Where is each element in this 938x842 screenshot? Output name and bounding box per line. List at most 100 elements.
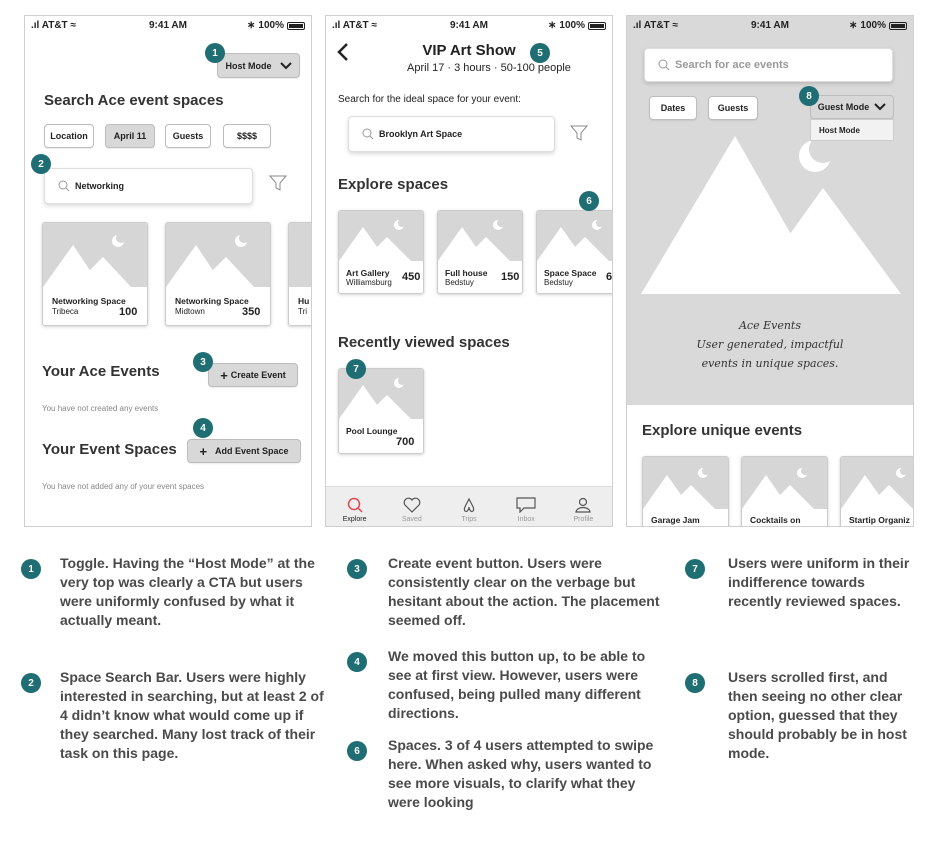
spaces-empty-text: You have not added any of your event spa…	[42, 482, 205, 491]
create-event-button[interactable]: + Create Event	[208, 363, 298, 387]
card-name: Garage Jam	[651, 515, 700, 525]
space-search-bar[interactable]: Networking	[44, 168, 253, 204]
your-events-title: Your Ace Events	[42, 363, 160, 380]
space-card[interactable]: Art Gallery Williamsburg 450	[338, 210, 424, 294]
annotation-badge: 1	[205, 43, 225, 63]
card-capacity: 100	[119, 306, 138, 318]
search-icon	[653, 59, 675, 71]
image-placeholder-icon	[537, 211, 612, 261]
tab-saved[interactable]: Saved	[383, 487, 440, 526]
search-icon	[357, 128, 379, 140]
plus-icon: +	[199, 443, 208, 459]
battery-status: ∗ 100%	[849, 20, 907, 31]
note-badge: 7	[685, 559, 705, 579]
card-name: Networking Space	[52, 296, 126, 306]
chat-bubble-icon	[516, 497, 536, 513]
space-card[interactable]: Space Space Bedstuy 6	[536, 210, 613, 294]
tagline-line: User generated, impactful	[696, 338, 844, 351]
image-placeholder-icon	[438, 211, 522, 261]
search-icon	[347, 497, 363, 513]
card-name: Pool Lounge	[346, 426, 398, 436]
host-mode-toggle[interactable]: Host Mode	[217, 53, 300, 78]
heart-icon	[403, 497, 421, 513]
tab-inbox[interactable]: Inbox	[498, 487, 555, 526]
filter-dates[interactable]: Dates	[649, 96, 697, 120]
tagline-brand: Ace Events	[738, 319, 801, 332]
chevron-down-icon	[874, 103, 886, 111]
brand-tagline: Ace Events User generated, impactful eve…	[627, 316, 913, 373]
card-name: Cocktails on	[750, 515, 801, 525]
add-event-space-button[interactable]: + Add Event Space	[187, 439, 301, 463]
search-input[interactable]: Networking	[75, 181, 124, 191]
mode-dropdown-option[interactable]: Host Mode	[810, 119, 894, 141]
space-card[interactable]: Hu Tri	[288, 222, 311, 326]
card-name: Hu	[298, 296, 310, 306]
event-card[interactable]: Startip Organiz	[840, 456, 913, 526]
bottom-tab-bar: Explore Saved Trips Inbox Profile	[326, 486, 612, 526]
card-location: Midtown	[175, 307, 205, 316]
explore-spaces-title: Explore spaces	[338, 176, 449, 193]
image-placeholder-icon	[742, 457, 827, 509]
card-name: Full house	[445, 268, 488, 278]
phone-screen-event: .ıl AT&T ≈ 9:41 AM ∗ 100% VIP Art Show Ap…	[325, 15, 613, 527]
card-location: Tribeca	[52, 307, 79, 316]
note-4: We moved this button up, to be able to s…	[388, 648, 646, 721]
tab-trips[interactable]: Trips	[440, 487, 497, 526]
event-card[interactable]: Cocktails on	[741, 456, 828, 526]
bluetooth-icon: ∗	[548, 20, 557, 31]
space-card[interactable]: Full house Bedstuy 150	[437, 210, 523, 294]
search-icon	[53, 180, 75, 192]
filter-guests[interactable]: Guests	[708, 96, 758, 120]
status-bar: .ıl AT&T ≈ 9:41 AM ∗ 100%	[25, 16, 311, 36]
event-search-bar[interactable]: Search for ace events	[644, 48, 893, 82]
note-badge: 4	[347, 652, 367, 672]
annotation-badge: 7	[346, 359, 366, 379]
battery-percent: 100%	[258, 20, 284, 31]
space-search-bar[interactable]: Brooklyn Art Space	[348, 116, 555, 152]
card-capacity: 700	[396, 436, 415, 448]
note-7: Users were uniform in their indifference…	[728, 555, 910, 609]
note-2: Space Search Bar. Users were highly inte…	[60, 669, 324, 761]
filter-funnel-icon[interactable]	[269, 174, 287, 192]
note-badge: 6	[347, 741, 367, 761]
tab-profile[interactable]: Profile	[555, 487, 612, 526]
bluetooth-icon: ∗	[247, 20, 256, 31]
card-capacity: 6	[606, 271, 613, 283]
guest-mode-toggle[interactable]: Guest Mode	[810, 95, 894, 119]
note-1: Toggle. Having the “Host Mode” at the ve…	[60, 555, 315, 628]
filter-date[interactable]: April 11	[105, 124, 155, 148]
card-location: Bedstuy	[445, 278, 474, 287]
page-title: Search Ace event spaces	[44, 92, 224, 109]
explore-events-title: Explore unique events	[642, 422, 803, 439]
note-badge: 2	[21, 673, 41, 693]
filter-location[interactable]: Location	[44, 124, 94, 148]
plus-icon: +	[220, 367, 228, 383]
tab-explore[interactable]: Explore	[326, 487, 383, 526]
note-3: Create event button. Users were consiste…	[388, 555, 660, 628]
space-card[interactable]: Networking Space Tribeca 100	[42, 222, 148, 326]
card-location: Tri	[298, 307, 308, 316]
filter-guests[interactable]: Guests	[165, 124, 211, 148]
annotation-badge: 2	[31, 154, 51, 174]
toggle-label: Host Mode	[225, 60, 272, 71]
search-prompt: Search for the ideal space for your even…	[338, 94, 521, 105]
your-spaces-title: Your Event Spaces	[42, 441, 177, 458]
filter-price[interactable]: $$$$	[223, 124, 271, 148]
stage: .ıl AT&T ≈ 9:41 AM ∗ 100% Host Mode Sear…	[0, 0, 938, 842]
image-placeholder-icon	[289, 223, 311, 287]
card-location: Bedstuy	[544, 278, 573, 287]
search-input[interactable]: Brooklyn Art Space	[379, 129, 462, 139]
card-name: Art Gallery	[346, 268, 390, 278]
tagline-line: events in unique spaces.	[701, 357, 839, 370]
person-icon	[575, 497, 592, 513]
annotation-badge: 5	[530, 43, 550, 63]
trips-logo-icon	[463, 497, 475, 513]
phone-screen-host: .ıl AT&T ≈ 9:41 AM ∗ 100% Host Mode Sear…	[24, 15, 312, 527]
battery-status: ∗ 100%	[548, 20, 606, 31]
card-capacity: 150	[501, 271, 520, 283]
card-capacity: 450	[402, 271, 421, 283]
recent-space-card[interactable]: Pool Lounge 700	[338, 368, 424, 454]
space-card[interactable]: Networking Space Midtown 350	[165, 222, 271, 326]
event-card[interactable]: Garage Jam	[642, 456, 729, 526]
filter-funnel-icon[interactable]	[570, 124, 588, 142]
